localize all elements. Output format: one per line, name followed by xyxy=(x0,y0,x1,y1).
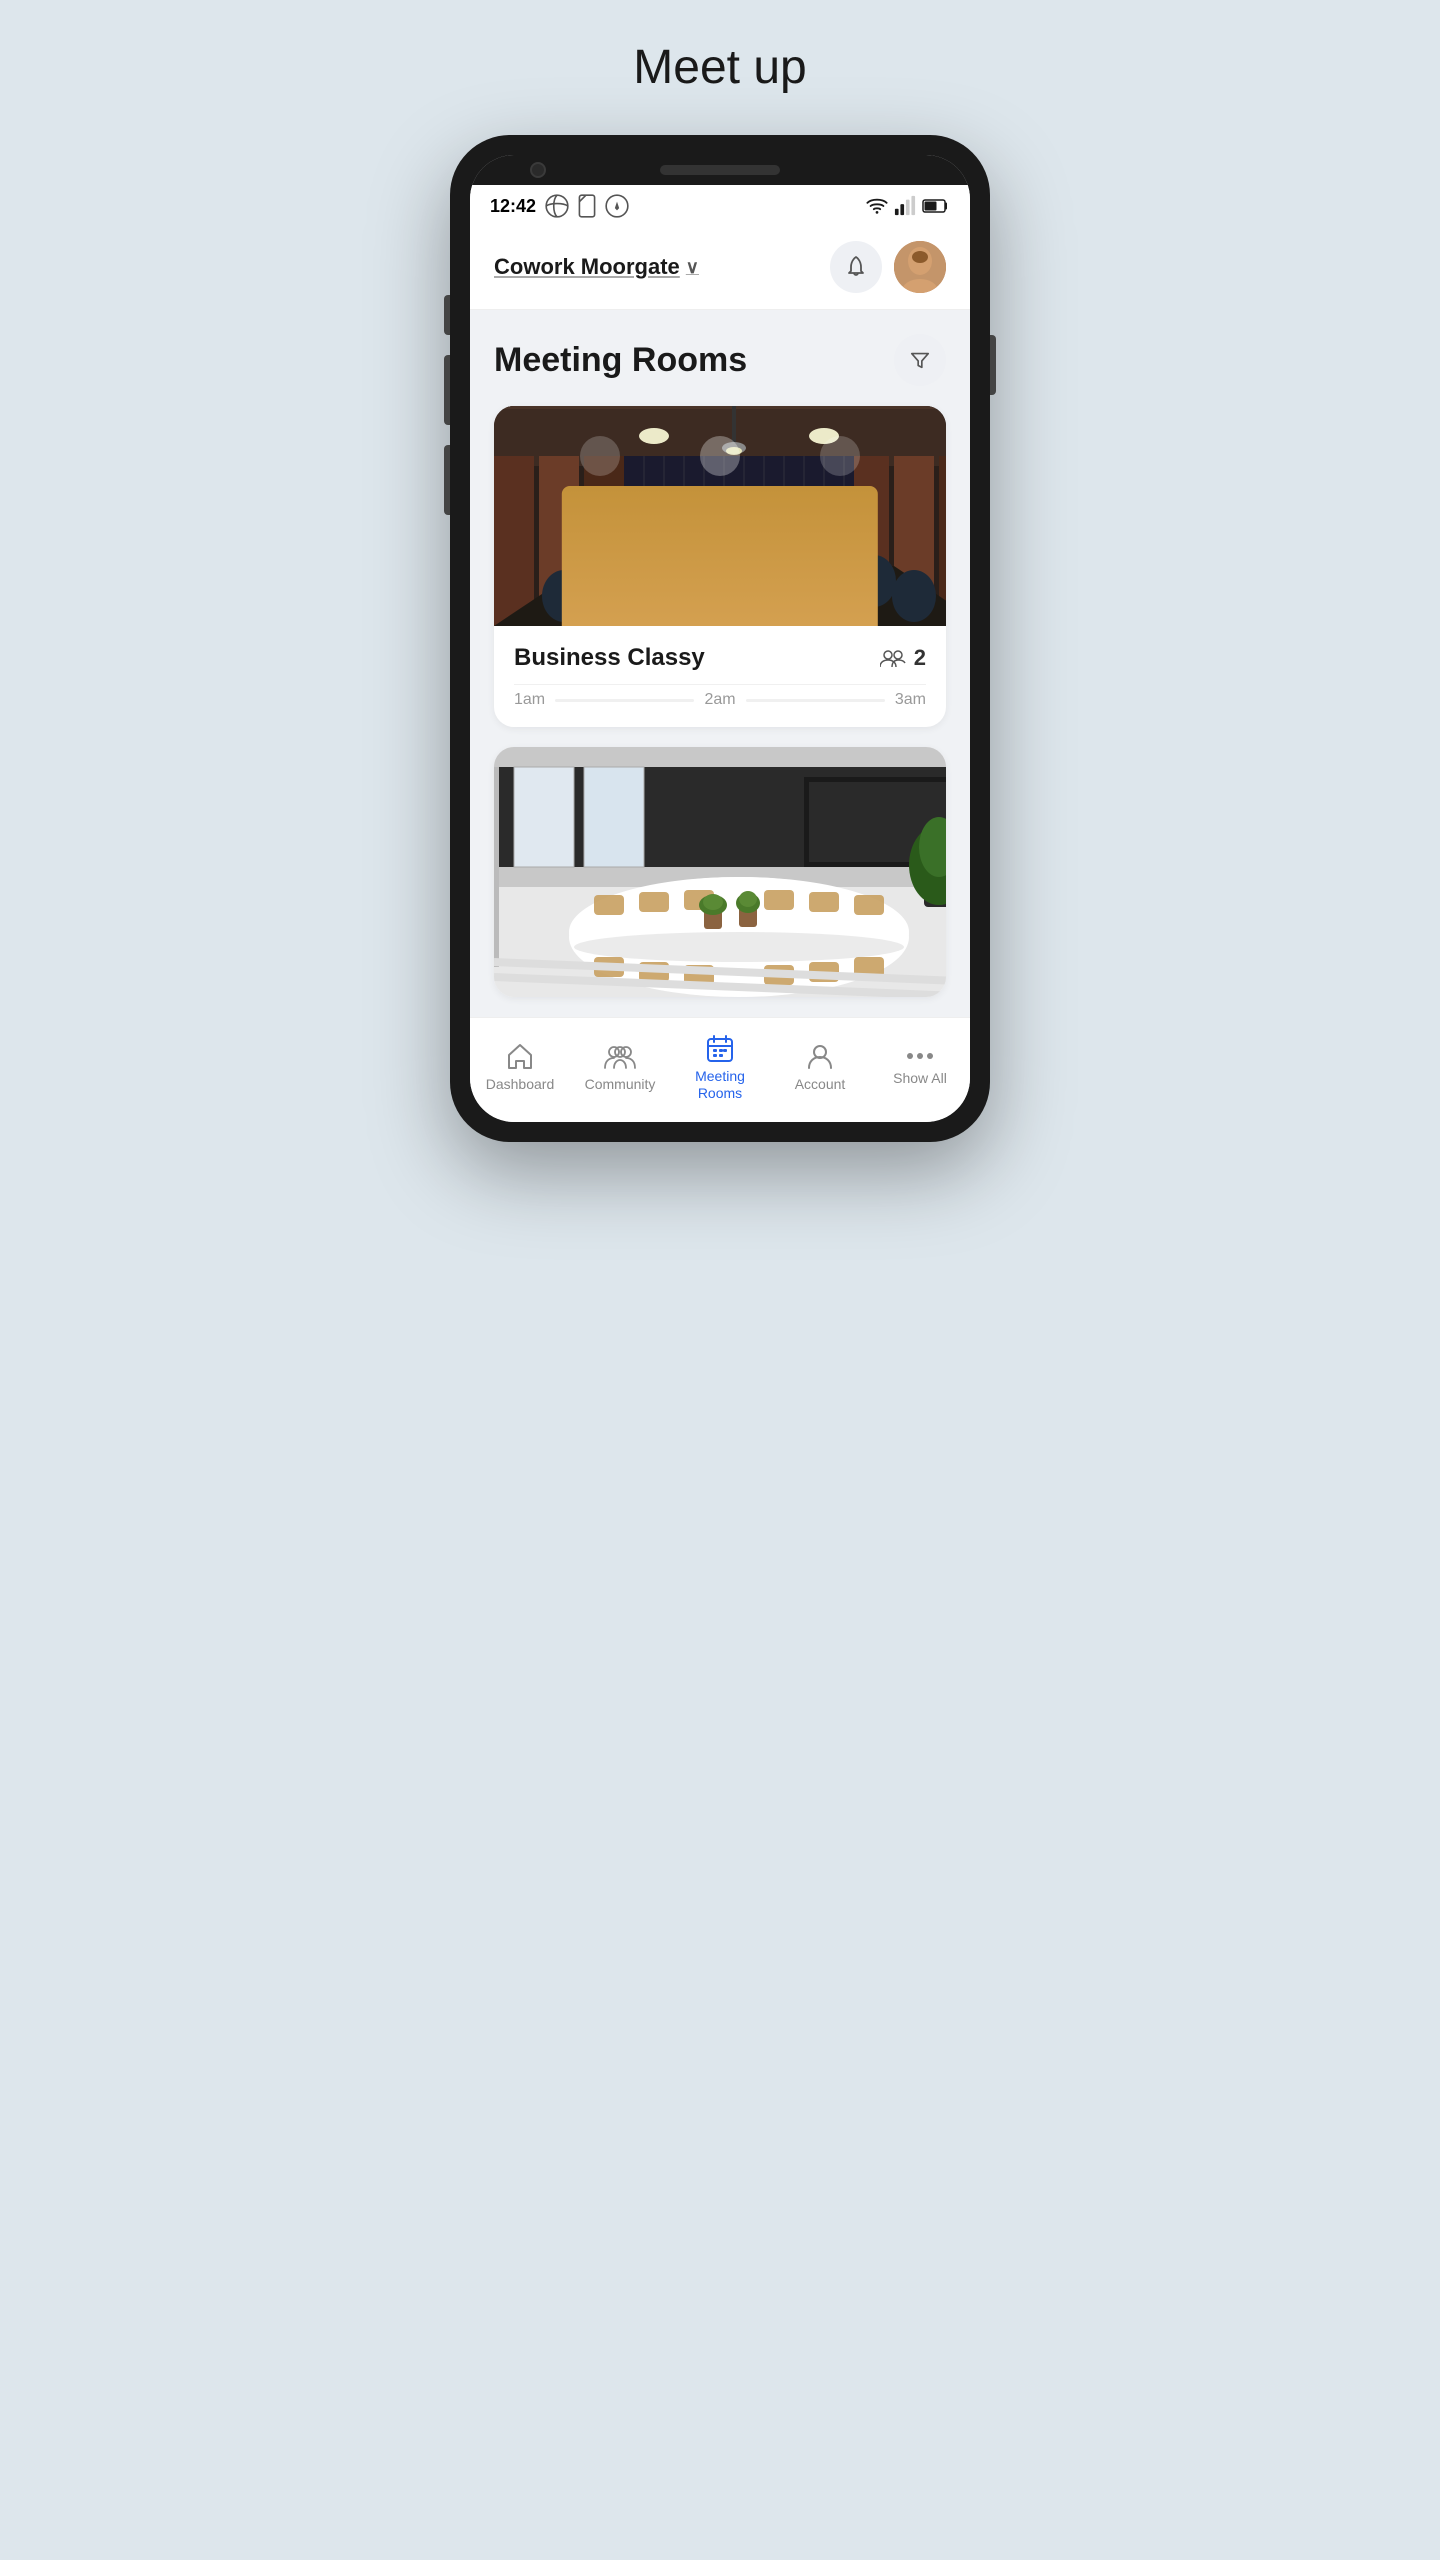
nav-item-meeting-rooms[interactable]: MeetingRooms xyxy=(670,1034,770,1102)
main-content: Meeting Rooms xyxy=(470,310,970,997)
home-icon xyxy=(506,1042,534,1070)
status-bar: 12:42 xyxy=(470,185,970,227)
workspace-name: Cowork Moorgate xyxy=(494,254,680,280)
battery-icon xyxy=(922,199,950,213)
power-button xyxy=(990,335,996,395)
room-1-illustration xyxy=(494,406,946,626)
timeline-bar-2 xyxy=(746,699,885,702)
silent-button xyxy=(444,295,450,335)
speaker xyxy=(660,165,780,175)
volume-down-button xyxy=(444,445,450,515)
photo-sphere-icon xyxy=(544,193,570,219)
filter-button[interactable] xyxy=(894,334,946,386)
nav-item-account[interactable]: Account xyxy=(770,1042,870,1093)
nav-item-show-all[interactable]: Show All xyxy=(870,1048,970,1087)
phone-top-bar xyxy=(470,155,970,185)
room-info-1: Business Classy 2 xyxy=(494,626,946,727)
bottom-navigation: Dashboard Community xyxy=(470,1017,970,1122)
app-title: Meet up xyxy=(633,40,806,95)
community-icon xyxy=(604,1042,636,1070)
timeline-1: 1am 2am 3am xyxy=(514,684,926,713)
status-left: 12:42 xyxy=(490,193,630,219)
wifi-icon xyxy=(866,195,888,217)
section-header: Meeting Rooms xyxy=(494,334,946,386)
timeline-label-2am: 2am xyxy=(704,691,735,709)
filter-icon xyxy=(909,349,931,371)
header-actions xyxy=(830,241,946,293)
account-icon xyxy=(806,1042,834,1070)
workspace-selector[interactable]: Cowork Moorgate ∨ xyxy=(494,254,699,280)
chevron-down-icon: ∨ xyxy=(686,257,699,278)
nav-item-community[interactable]: Community xyxy=(570,1042,670,1093)
timeline-label-1am: 1am xyxy=(514,691,545,709)
more-icon xyxy=(906,1048,934,1064)
room-image-2 xyxy=(494,747,946,997)
user-avatar[interactable] xyxy=(894,241,946,293)
volume-up-button xyxy=(444,355,450,425)
nav-label-account: Account xyxy=(795,1076,846,1093)
nav-label-meeting-rooms: MeetingRooms xyxy=(695,1068,745,1102)
signal-icon xyxy=(894,195,916,217)
bell-icon xyxy=(844,255,868,279)
timeline-bar-1 xyxy=(555,699,694,702)
nav-item-dashboard[interactable]: Dashboard xyxy=(470,1042,570,1093)
nav-label-dashboard: Dashboard xyxy=(486,1076,555,1093)
people-icon xyxy=(880,649,908,667)
timeline-label-3am: 3am xyxy=(895,691,926,709)
room-capacity-1: 2 xyxy=(880,645,926,671)
room-image-1 xyxy=(494,406,946,626)
phone-frame: 12:42 xyxy=(450,135,990,1142)
room-name-1: Business Classy xyxy=(514,644,705,672)
calendar-icon xyxy=(706,1034,734,1062)
front-camera xyxy=(530,162,546,178)
room-name-row-1: Business Classy 2 xyxy=(514,644,926,672)
app-header: Cowork Moorgate ∨ xyxy=(470,227,970,310)
main-scroll-area[interactable]: Meeting Rooms xyxy=(470,310,970,1017)
status-time: 12:42 xyxy=(490,196,536,217)
room-2-illustration xyxy=(494,747,946,997)
vpn-icon xyxy=(604,193,630,219)
notification-button[interactable] xyxy=(830,241,882,293)
sd-card-icon xyxy=(574,193,600,219)
capacity-count-1: 2 xyxy=(914,645,926,671)
room-card-2[interactable] xyxy=(494,747,946,997)
status-icons xyxy=(544,193,630,219)
room-card[interactable]: Business Classy 2 xyxy=(494,406,946,727)
status-right xyxy=(866,195,950,217)
nav-label-community: Community xyxy=(585,1076,656,1093)
section-title: Meeting Rooms xyxy=(494,341,747,380)
phone-screen: 12:42 xyxy=(470,155,970,1122)
avatar-image xyxy=(894,241,946,293)
nav-label-show-all: Show All xyxy=(893,1070,947,1087)
